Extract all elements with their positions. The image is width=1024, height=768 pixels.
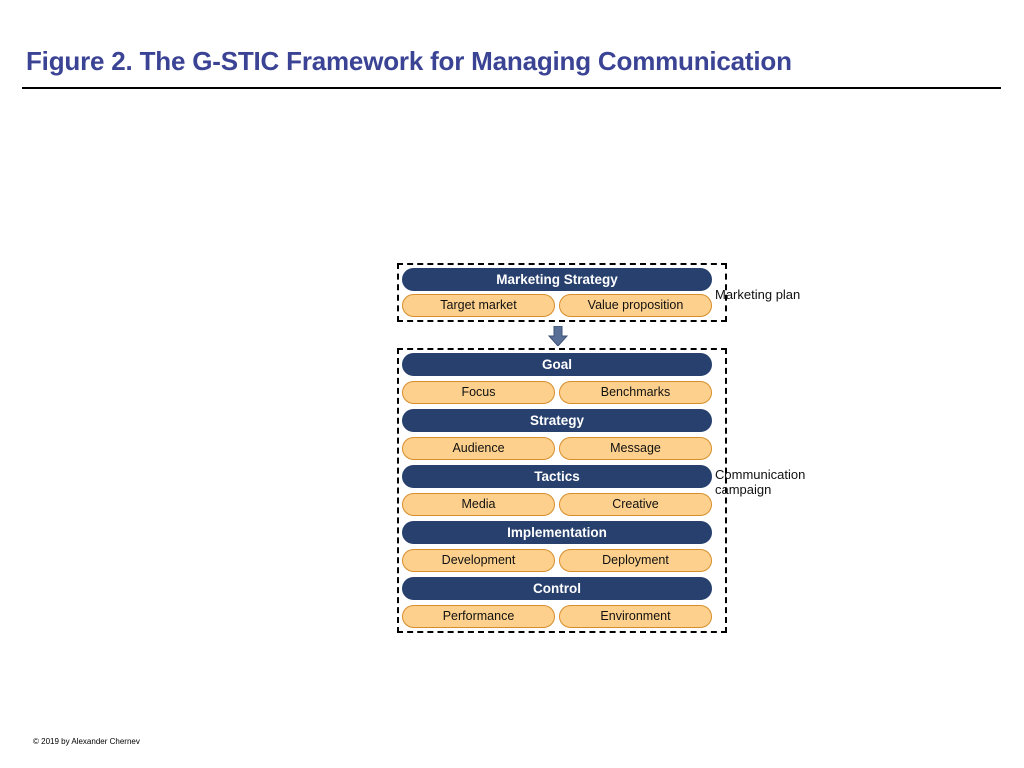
pill-tactics[interactable]: Tactics [402,465,712,488]
pill-marketing-strategy[interactable]: Marketing Strategy [402,268,712,291]
pill-benchmarks[interactable]: Benchmarks [559,381,712,404]
pill-target-market[interactable]: Target market [402,294,555,317]
pill-development[interactable]: Development [402,549,555,572]
annotation-marketing-plan: Marketing plan [715,287,801,302]
annotation-communication-campaign: Communication campaign [715,467,806,497]
pill-implementation[interactable]: Implementation [402,521,712,544]
pill-audience[interactable]: Audience [402,437,555,460]
pill-creative[interactable]: Creative [559,493,712,516]
group-marketing-plan: Marketing Strategy Target market Value p… [397,263,727,322]
row-tactics-header: Tactics [402,465,712,488]
group-communication-campaign: Goal Focus Benchmarks Strategy Audience … [397,348,727,633]
row-tactics-sub: Media Creative [402,493,712,516]
row-marketing-strategy-header: Marketing Strategy [402,268,712,291]
row-implementation-sub: Development Deployment [402,549,712,572]
down-arrow-icon [547,325,569,347]
row-marketing-strategy-sub: Target market Value proposition [402,294,712,317]
row-control-sub: Performance Environment [402,605,712,628]
pill-environment[interactable]: Environment [559,605,712,628]
gstic-framework-diagram: Marketing Strategy Target market Value p… [0,0,1024,768]
pill-control[interactable]: Control [402,577,712,600]
row-strategy-header: Strategy [402,409,712,432]
pill-media[interactable]: Media [402,493,555,516]
pill-goal[interactable]: Goal [402,353,712,376]
row-implementation-header: Implementation [402,521,712,544]
row-strategy-sub: Audience Message [402,437,712,460]
pill-performance[interactable]: Performance [402,605,555,628]
row-control-header: Control [402,577,712,600]
pill-message[interactable]: Message [559,437,712,460]
pill-focus[interactable]: Focus [402,381,555,404]
row-goal-header: Goal [402,353,712,376]
footer-copyright: © 2019 by Alexander Chernev [33,737,140,746]
pill-value-proposition[interactable]: Value proposition [559,294,712,317]
row-goal-sub: Focus Benchmarks [402,381,712,404]
pill-strategy[interactable]: Strategy [402,409,712,432]
pill-deployment[interactable]: Deployment [559,549,712,572]
